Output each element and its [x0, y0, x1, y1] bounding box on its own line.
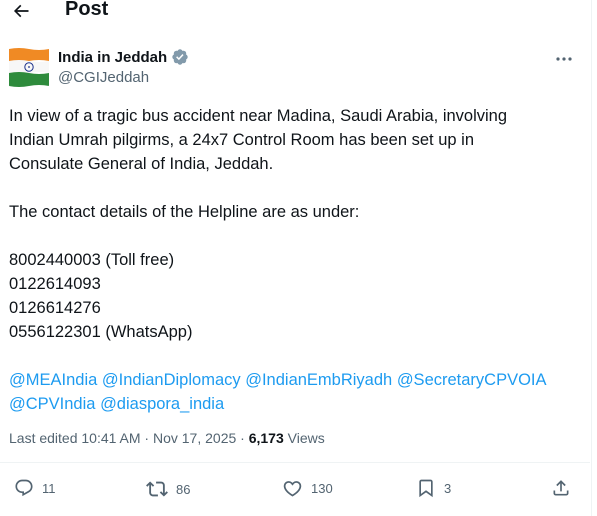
- post-line: In view of a tragic bus accident near Ma…: [9, 107, 508, 125]
- reply-button[interactable]: 11: [14, 478, 56, 498]
- back-button[interactable]: [8, 0, 34, 22]
- more-horizontal-icon: [556, 57, 572, 61]
- post-meta: Last edited 10:41 AM · Nov 17, 2025 · 6,…: [9, 430, 325, 446]
- post-line: The contact details of the Helpline are …: [9, 203, 360, 221]
- mention-link[interactable]: @diaspora_india: [100, 395, 224, 413]
- mention-link[interactable]: @IndianDiplomacy: [102, 371, 241, 389]
- indian-flag-avatar: [9, 47, 49, 87]
- share-icon: [553, 480, 569, 496]
- views-count: 6,173: [248, 430, 284, 446]
- post-line: Consulate General of India, Jeddah.: [9, 155, 274, 173]
- share-button[interactable]: [551, 478, 571, 498]
- mention-link[interactable]: @CPVIndia: [9, 395, 95, 413]
- repost-icon: [146, 481, 168, 497]
- verified-badge-icon[interactable]: [171, 48, 189, 66]
- divider: [0, 462, 590, 463]
- contact-line: 0556122301 (WhatsApp): [9, 323, 193, 341]
- mentions: @MEAIndia @IndianDiplomacy @IndianEmbRiy…: [9, 368, 547, 416]
- author-name-row: India in Jeddah: [58, 48, 189, 66]
- mention-link[interactable]: @IndianEmbRiyadh: [245, 371, 392, 389]
- author-handle[interactable]: @CGIJeddah: [58, 69, 149, 86]
- avatar[interactable]: [9, 47, 49, 87]
- bookmark-button[interactable]: 3: [416, 478, 451, 498]
- arrow-left-icon: [13, 4, 29, 18]
- post-text: In view of a tragic bus accident near Ma…: [9, 104, 584, 344]
- repost-count: 86: [176, 481, 191, 497]
- contact-line: 0122614093: [9, 275, 101, 293]
- author-name[interactable]: India in Jeddah: [58, 49, 167, 66]
- mention-link[interactable]: @SecretaryCPVOIA: [397, 371, 547, 389]
- mention-link[interactable]: @MEAIndia: [9, 371, 97, 389]
- page-title: Post: [65, 0, 109, 20]
- contact-line: 8002440003 (Toll free): [9, 251, 175, 269]
- bookmark-count: 3: [444, 480, 452, 496]
- heart-icon: [283, 481, 302, 497]
- repost-button[interactable]: 86: [146, 478, 190, 500]
- more-button[interactable]: [552, 52, 576, 66]
- like-count: 130: [311, 481, 333, 496]
- like-button[interactable]: 130: [282, 478, 333, 499]
- edited-timestamp[interactable]: Last edited 10:41 AM · Nov 17, 2025 ·: [9, 430, 249, 446]
- views-label: Views: [283, 430, 325, 446]
- mentions-line: @MEAIndia @IndianDiplomacy @IndianEmbRiy…: [9, 368, 547, 392]
- reply-count: 11: [42, 480, 56, 496]
- reply-icon: [15, 479, 33, 497]
- bookmark-icon: [419, 479, 433, 498]
- mentions-line: @CPVIndia @diaspora_india: [9, 392, 547, 416]
- column-border: [591, 0, 592, 516]
- action-bar: 11 86 130 3: [0, 478, 590, 504]
- post-line: Indian Umrah pilgirms, a 24x7 Control Ro…: [9, 131, 474, 149]
- post-header: Post: [0, 0, 590, 26]
- contact-line: 0126614276: [9, 299, 101, 317]
